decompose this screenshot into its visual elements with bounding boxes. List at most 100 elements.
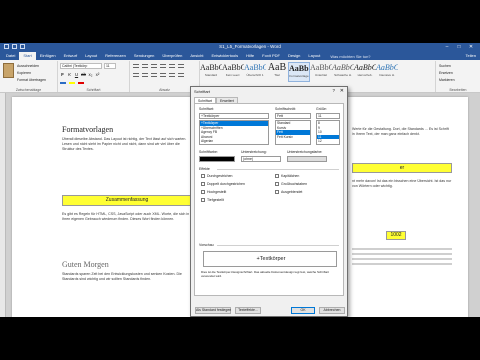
increase-indent-icon[interactable]	[169, 64, 175, 68]
tab-entwicklertools[interactable]: Entwicklertools	[207, 52, 242, 60]
font-color-picker[interactable]	[199, 156, 235, 162]
strikethrough-checkbox[interactable]: Durchgestrichen	[201, 174, 232, 178]
size-list[interactable]: 8 9 10 11 12	[316, 120, 340, 145]
tab-layout[interactable]: Layout	[81, 52, 101, 60]
subscript-checkbox[interactable]: Tiefgestellt	[201, 198, 224, 202]
underline-color-picker[interactable]	[287, 156, 327, 162]
tab-ueberpruefen[interactable]: Überprüfen	[158, 52, 186, 60]
replace-button[interactable]: Ersetzen	[439, 71, 453, 75]
italic-icon[interactable]: K	[67, 72, 72, 77]
tab-einfuegen[interactable]: Einfügen	[36, 52, 60, 60]
copy-button[interactable]: Kopieren	[17, 71, 31, 75]
strikethrough-icon[interactable]: ab	[81, 72, 86, 77]
font-list[interactable]: +Textkörper +Überschriften Agency FB Aha…	[199, 120, 269, 145]
align-right-icon[interactable]	[151, 73, 157, 77]
multilevel-list-icon[interactable]	[151, 64, 157, 68]
style-intense-emphasis[interactable]: AaBbCcDIntensive H.	[376, 62, 398, 82]
find-button[interactable]: Suchen	[439, 64, 451, 68]
style-emphasis[interactable]: AaBbCcDHervorheb.	[354, 62, 376, 82]
shading-icon[interactable]	[178, 73, 184, 77]
sort-icon[interactable]	[178, 64, 184, 68]
redo-icon[interactable]	[20, 44, 25, 49]
double-strikethrough-checkbox[interactable]: Doppelt durchgestrichen	[201, 182, 245, 186]
format-painter-button[interactable]: Format übertragen	[17, 78, 46, 82]
close-icon[interactable]: ✕	[340, 88, 344, 94]
superscript-icon[interactable]: x²	[95, 72, 100, 77]
quick-access-toolbar	[4, 44, 25, 49]
small-caps-checkbox[interactable]: Kapitälchen	[275, 174, 299, 178]
dialog-panel: Schriftart: +Textkörper +Textkörper +Übe…	[194, 103, 344, 296]
highlight-color-icon[interactable]	[69, 79, 75, 84]
style-heading-1[interactable]: AaBbC Überschrift 1	[244, 62, 266, 82]
style-sample: AaBbCcD	[354, 63, 376, 72]
style-sample: AaBbCcDt	[222, 63, 244, 72]
maximize-icon[interactable]: □	[453, 43, 465, 52]
decrease-indent-icon[interactable]	[160, 64, 166, 68]
paste-icon[interactable]	[3, 63, 14, 78]
help-icon[interactable]: ?	[332, 88, 335, 93]
close-icon[interactable]: ✕	[465, 43, 477, 52]
style-name: Formatvorlage	[289, 74, 309, 78]
tab-sendungen[interactable]: Sendungen	[130, 52, 158, 60]
font-size-box[interactable]: 11	[104, 63, 116, 69]
preview-box: +Textkörper	[203, 251, 337, 267]
font-input[interactable]: +Textkörper	[199, 113, 269, 119]
tab-referenzen[interactable]: Referenzen	[101, 52, 130, 60]
minimize-icon[interactable]: –	[441, 43, 453, 52]
undo-icon[interactable]	[12, 44, 17, 49]
justify-icon[interactable]	[160, 73, 166, 77]
underline-icon[interactable]: U	[74, 72, 79, 77]
bold-icon[interactable]: F	[60, 72, 65, 77]
save-icon[interactable]	[4, 44, 9, 49]
numbering-icon[interactable]	[142, 64, 148, 68]
bullets-icon[interactable]	[133, 64, 139, 68]
list-item[interactable]: 12	[317, 139, 339, 144]
share-button[interactable]: Teilen	[466, 53, 476, 58]
tab-hilfe[interactable]: Hilfe	[242, 52, 258, 60]
text-effects-button[interactable]: Texteffekte...	[235, 307, 261, 314]
select-button[interactable]: Markieren	[439, 78, 455, 82]
align-center-icon[interactable]	[142, 73, 148, 77]
line-spacing-icon[interactable]	[169, 73, 175, 77]
all-caps-checkbox[interactable]: Großbuchstaben	[275, 182, 307, 186]
font-family-box[interactable]: Calibri (Textkörp	[60, 63, 102, 69]
tab-ansicht[interactable]: Ansicht	[186, 52, 207, 60]
tab-datei[interactable]: Datei	[2, 52, 19, 60]
size-input[interactable]: 11	[316, 113, 340, 119]
style-list[interactable]: Standard Kursiv Fett Fett Kursiv	[275, 120, 311, 145]
style-subtitle[interactable]: AaBbCcDUntertitel	[310, 62, 332, 82]
style-name: Kein Leerr.	[225, 73, 241, 77]
style-custom[interactable]: AaBbI Formatvorlage	[288, 62, 310, 82]
tab-start[interactable]: Start	[19, 52, 36, 60]
subscript-icon[interactable]: x₂	[88, 72, 93, 77]
preview-note: Dies ist die Textkörper-Designschriftart…	[201, 270, 329, 278]
heading-guten-morgen: Guten Morgen	[62, 260, 109, 269]
tab-design[interactable]: Design	[284, 52, 304, 60]
tab-foxit[interactable]: Foxit PDF	[258, 52, 284, 60]
align-left-icon[interactable]	[133, 73, 139, 77]
checkbox-label: Kapitälchen	[281, 174, 300, 178]
list-item[interactable]: Algerian	[200, 139, 268, 144]
ok-button[interactable]: OK	[291, 307, 315, 314]
format-buttons: F K U ab x₂ x²	[60, 72, 100, 77]
list-item[interactable]: Fett Kursiv	[276, 135, 310, 140]
underline-select[interactable]: (ohne)	[241, 156, 281, 162]
hidden-checkbox[interactable]: Ausgeblendet	[275, 190, 302, 194]
checkbox-label: Tiefgestellt	[207, 198, 224, 202]
tab-entwurf[interactable]: Entwurf	[60, 52, 82, 60]
tab-layout-2[interactable]: Layout	[304, 52, 324, 60]
tell-me-search[interactable]: Was möchten Sie tun?	[330, 54, 370, 59]
style-input[interactable]: Fett	[275, 113, 311, 119]
text-effects-icon[interactable]	[60, 79, 66, 84]
text-line	[352, 248, 452, 250]
font-color-icon[interactable]	[78, 79, 84, 84]
cancel-button[interactable]: Abbrechen	[319, 307, 345, 314]
superscript-checkbox[interactable]: Hochgestellt	[201, 190, 226, 194]
style-standard[interactable]: AaBbCcDtStandard	[200, 62, 222, 82]
set-default-button[interactable]: Als Standard festlegen	[195, 307, 231, 314]
style-sample: AaBbI	[289, 64, 310, 73]
style-no-spacing[interactable]: AaBbCcDtKein Leerr.	[222, 62, 244, 82]
style-subtle-emphasis[interactable]: AaBbCcDSchwache H.	[332, 62, 354, 82]
style-title[interactable]: AaB Titel	[266, 62, 288, 82]
cut-button[interactable]: Ausschneiden	[17, 64, 39, 68]
